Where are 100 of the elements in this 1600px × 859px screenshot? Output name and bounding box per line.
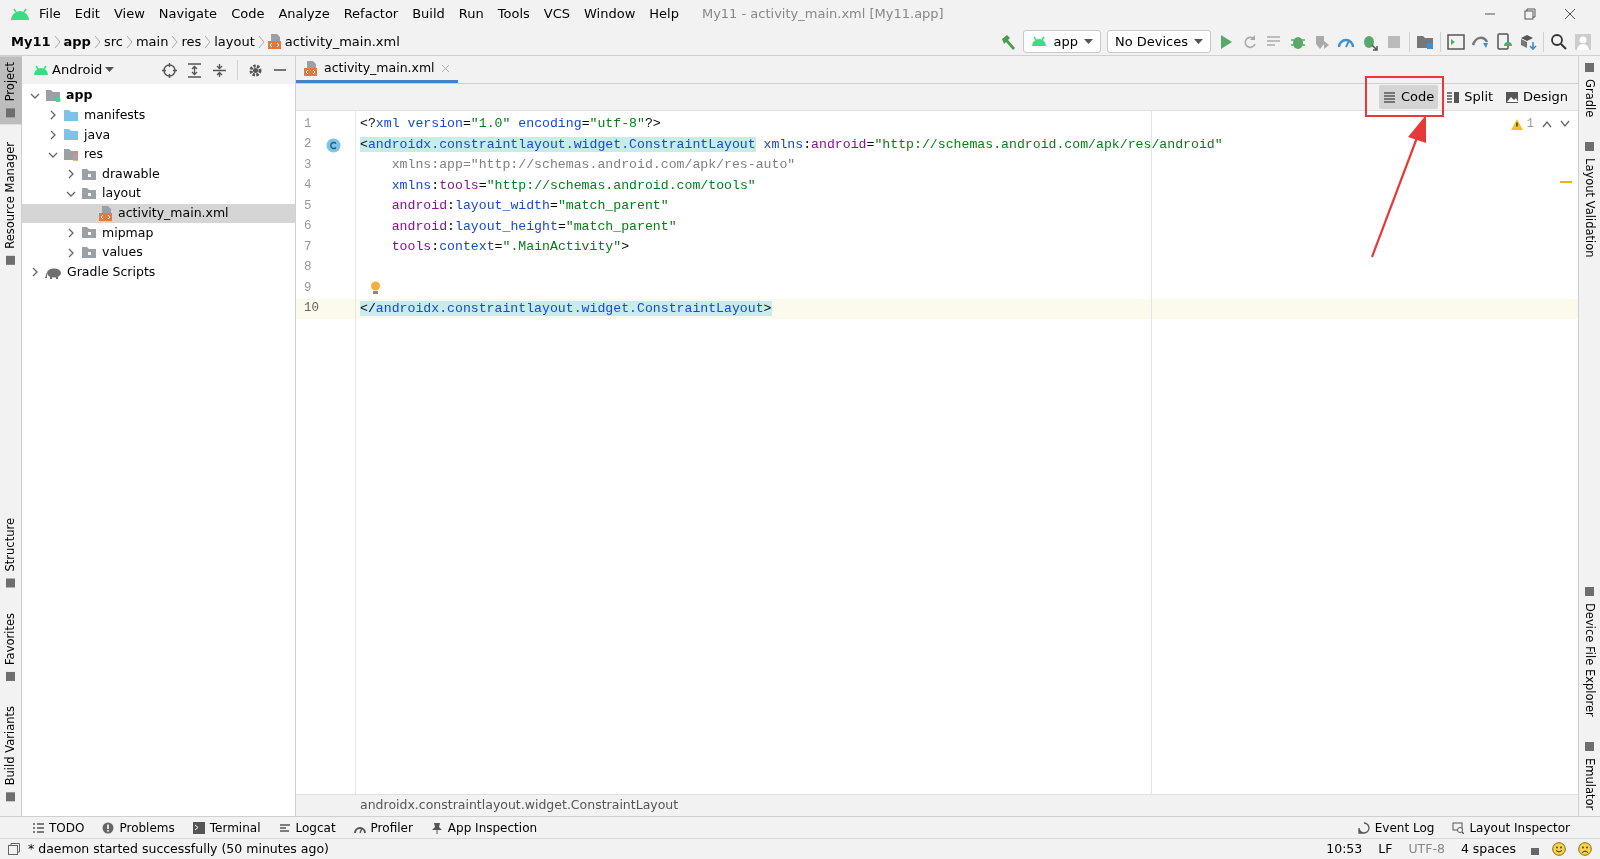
device-manager-icon[interactable] bbox=[1495, 32, 1513, 51]
run-config-dropdown[interactable]: app bbox=[1023, 30, 1101, 53]
tree-item[interactable]: java bbox=[22, 125, 295, 145]
expand-all-icon[interactable] bbox=[187, 62, 202, 78]
tool-window-button[interactable]: Problems bbox=[96, 818, 181, 837]
line-separator[interactable]: LF bbox=[1376, 839, 1395, 859]
alert-icon bbox=[102, 821, 115, 834]
previous-icon[interactable] bbox=[1542, 120, 1552, 128]
terminal-icon bbox=[192, 821, 205, 834]
tool-window-tab[interactable]: Device File Explorer bbox=[1578, 579, 1600, 723]
menu-item[interactable]: Code bbox=[226, 2, 270, 26]
tool-window-button[interactable]: App Inspection bbox=[424, 818, 544, 837]
tool-window-tab[interactable]: Build Variants bbox=[0, 699, 22, 808]
tool-window-tab[interactable]: Layout Validation bbox=[1578, 135, 1600, 264]
warning-icon bbox=[1510, 118, 1523, 130]
tool-window-tab[interactable]: Favorites bbox=[0, 606, 22, 688]
code-view-icon bbox=[1383, 90, 1397, 104]
menu-item[interactable]: Edit bbox=[69, 2, 105, 26]
terminal-window-icon[interactable] bbox=[1447, 32, 1465, 51]
restore-icon[interactable] bbox=[1524, 8, 1536, 20]
folder-icon bbox=[81, 246, 97, 260]
tool-window-tab[interactable]: Structure bbox=[0, 512, 22, 595]
sdk-download-icon[interactable] bbox=[1519, 32, 1537, 51]
menu-item[interactable]: Help bbox=[644, 2, 684, 26]
layout-search-icon bbox=[1452, 821, 1465, 834]
tool-window-icon bbox=[5, 255, 16, 267]
lines-icon bbox=[278, 821, 291, 834]
tree-item[interactable]: layout bbox=[22, 183, 295, 204]
tool-window-tab[interactable]: Emulator bbox=[1578, 734, 1600, 816]
close-icon[interactable] bbox=[1564, 8, 1576, 20]
tool-window-tab[interactable]: Gradle bbox=[1578, 56, 1600, 124]
breadcrumb-item[interactable]: My11 bbox=[8, 31, 54, 52]
tree-item[interactable]: mipmap bbox=[22, 223, 295, 243]
menu-item[interactable]: Refactor bbox=[338, 2, 404, 26]
next-icon[interactable] bbox=[1560, 120, 1570, 128]
tool-window-button[interactable]: Layout Inspector bbox=[1446, 818, 1576, 837]
tool-window-icon bbox=[1584, 141, 1595, 153]
tree-item[interactable]: activity_main.xml bbox=[22, 203, 295, 224]
menu-item[interactable]: File bbox=[34, 2, 66, 26]
tool-window-tab[interactable]: Project bbox=[0, 56, 22, 125]
caret-icon bbox=[105, 67, 115, 73]
tool-window-button[interactable]: Terminal bbox=[186, 818, 267, 837]
menu-item[interactable]: VCS bbox=[538, 2, 576, 26]
breadcrumb-item[interactable]: main bbox=[132, 31, 172, 52]
menu-item[interactable]: Build bbox=[407, 2, 450, 26]
lightbulb-icon[interactable] bbox=[370, 280, 381, 295]
menu-item[interactable]: View bbox=[108, 2, 150, 26]
breadcrumb-item[interactable]: app bbox=[60, 31, 94, 52]
view-mode-tab[interactable]: Design bbox=[1501, 85, 1572, 109]
device-dropdown[interactable]: No Devices bbox=[1106, 30, 1211, 53]
tree-item[interactable]: app bbox=[22, 86, 295, 106]
folder-icon bbox=[81, 187, 97, 201]
breadcrumb-item[interactable]: layout bbox=[211, 31, 258, 52]
tree-item[interactable]: drawable bbox=[22, 164, 295, 184]
menu-item[interactable]: Window bbox=[579, 2, 641, 26]
folder-icon bbox=[63, 128, 79, 142]
collapse-all-icon[interactable] bbox=[212, 62, 227, 78]
frown-icon[interactable] bbox=[1578, 842, 1592, 856]
status-message: * daemon started successfully (50 minutes ago) bbox=[28, 839, 329, 858]
tree-item[interactable]: values bbox=[22, 242, 295, 263]
breadcrumb-item[interactable]: src bbox=[100, 31, 126, 52]
android-logo-icon bbox=[10, 7, 30, 21]
caret-position[interactable]: 10:53 bbox=[1324, 839, 1365, 859]
hammer-icon[interactable] bbox=[999, 32, 1018, 51]
locate-icon[interactable] bbox=[162, 62, 177, 78]
tool-window-button[interactable]: Profiler bbox=[347, 818, 419, 837]
window-title: My11 - activity_main.xml [My11.app] bbox=[701, 5, 944, 24]
settings-icon[interactable] bbox=[248, 62, 263, 78]
tool-window-button[interactable]: Event Log bbox=[1351, 818, 1441, 837]
menu-item[interactable]: Run bbox=[453, 2, 489, 26]
menu-item[interactable]: Tools bbox=[492, 2, 535, 26]
line-number: 2 bbox=[304, 136, 312, 154]
tool-window-button[interactable]: TODO bbox=[26, 818, 91, 837]
line-number: 10 bbox=[304, 300, 319, 318]
tool-window-icon bbox=[5, 107, 16, 119]
class-marker-icon[interactable] bbox=[326, 137, 341, 153]
tree-item[interactable]: Gradle Scripts bbox=[22, 262, 295, 282]
menu-item[interactable]: Analyze bbox=[273, 2, 335, 26]
chevron-right-icon bbox=[66, 247, 76, 258]
menu-item[interactable]: Navigate bbox=[153, 2, 223, 26]
code-line: </androidx.constraintlayout.widget.ConstraintLayout> bbox=[360, 299, 772, 318]
tool-window-icon bbox=[1584, 62, 1595, 73]
smile-icon[interactable] bbox=[1552, 842, 1566, 856]
tool-window-tab[interactable]: Resource Manager bbox=[0, 136, 22, 273]
view-mode-tab[interactable]: Split bbox=[1442, 85, 1498, 109]
chevron-right-icon bbox=[93, 34, 101, 49]
tree-item[interactable]: res bbox=[22, 144, 295, 165]
module-folder-icon bbox=[45, 89, 61, 103]
indent-setting[interactable]: 4 spaces bbox=[1458, 839, 1518, 859]
folder-icon bbox=[81, 167, 97, 181]
chevron-right-icon bbox=[48, 130, 58, 140]
folder-icon bbox=[81, 226, 97, 240]
tree-item[interactable]: manifests bbox=[22, 105, 295, 126]
view-mode-tab[interactable]: Code bbox=[1379, 85, 1439, 109]
breadcrumb-item[interactable]: res bbox=[178, 31, 205, 52]
search-icon[interactable] bbox=[1550, 32, 1568, 51]
panel-toggle-icon[interactable] bbox=[8, 843, 20, 855]
code-line: tools:context=".MainActivity"> bbox=[390, 238, 630, 256]
breadcrumb-item[interactable]: activity_main.xml bbox=[264, 31, 403, 52]
tool-window-button[interactable]: Logcat bbox=[272, 818, 342, 837]
